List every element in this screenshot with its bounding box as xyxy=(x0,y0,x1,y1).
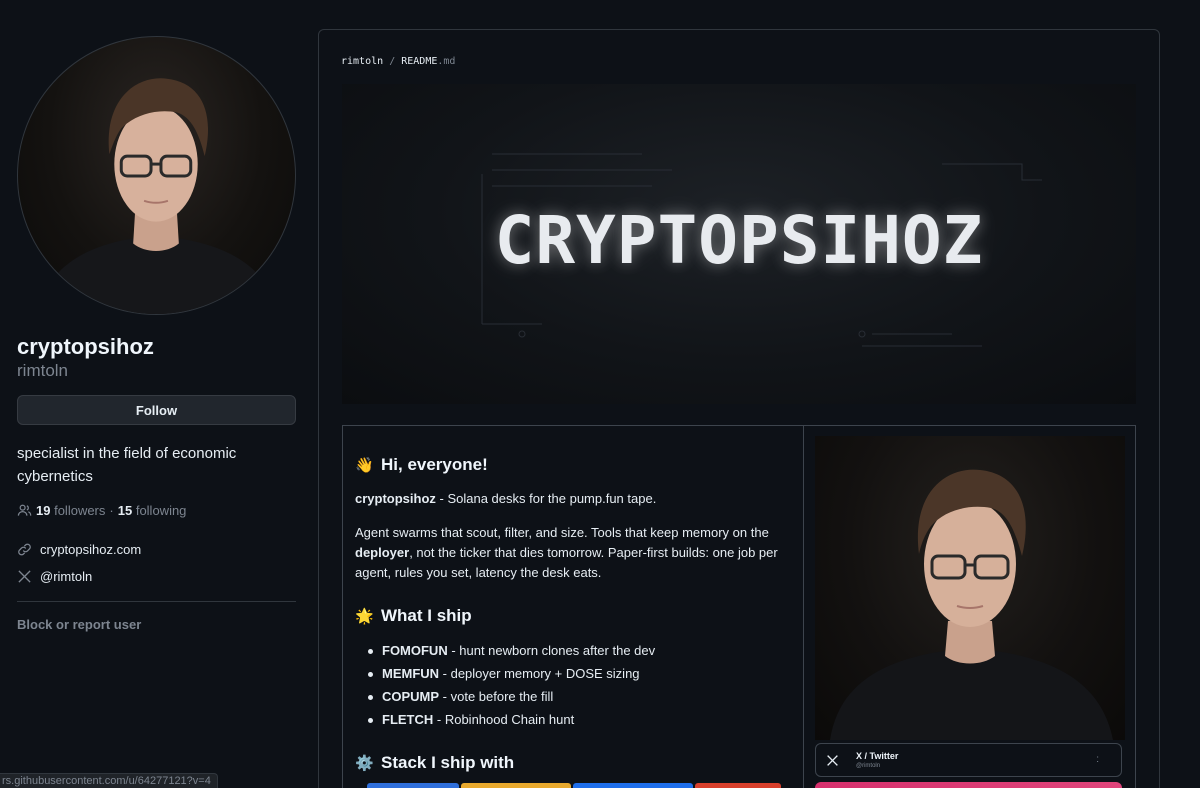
block-report-link[interactable]: Block or report user xyxy=(17,617,296,632)
stack-badge[interactable] xyxy=(695,783,781,788)
ship-heading: 🌟 What I ship xyxy=(355,606,472,625)
sidebar-divider xyxy=(17,601,296,602)
description-paragraph: Agent swarms that scout, filter, and siz… xyxy=(355,525,778,580)
follow-counts: 19 followers · 15 following xyxy=(17,503,296,518)
followers-link[interactable]: 19 followers xyxy=(36,503,105,518)
breadcrumb-separator: / xyxy=(389,56,396,67)
breadcrumb-ext: .md xyxy=(437,56,456,67)
website-text: cryptopsihoz.com xyxy=(40,542,142,557)
list-item: COPUMP - vote before the fill xyxy=(355,685,795,708)
x-logo-icon xyxy=(827,754,838,766)
greeting-heading: 👋 Hi, everyone! xyxy=(355,455,488,474)
twitter-handle: @rimtoln xyxy=(40,569,93,584)
profile-sidebar: cryptopsihoz rimtoln Follow specialist i… xyxy=(17,36,296,632)
readme-table: 👋 Hi, everyone! cryptopsihoz - Solana de… xyxy=(342,425,1136,788)
separator-dot: · xyxy=(109,503,114,518)
status-bar-url: rs.githubusercontent.com/u/64277121?v=4 xyxy=(0,773,218,788)
following-link[interactable]: 15 following xyxy=(118,503,187,518)
stack-badges xyxy=(367,783,781,788)
twitter-card-handle: @rimtoln xyxy=(856,763,881,769)
stack-badge[interactable] xyxy=(573,783,693,788)
sun-icon: 🌟 xyxy=(355,608,374,625)
list-item: FLETCH - Robinhood Chain hunt xyxy=(355,708,795,731)
stack-badge[interactable] xyxy=(461,783,571,788)
people-icon xyxy=(17,504,32,516)
breadcrumb: rimtoln / README.md xyxy=(341,56,455,67)
portrait-image xyxy=(830,469,1113,740)
table-column-divider xyxy=(803,426,804,788)
breadcrumb-user[interactable]: rimtoln xyxy=(341,56,383,67)
gear-icon: ⚙️ xyxy=(355,755,374,772)
website-link[interactable]: cryptopsihoz.com xyxy=(17,536,296,563)
social-badge-bar[interactable] xyxy=(815,782,1122,788)
profile-username: rimtoln xyxy=(17,361,69,380)
ship-list: FOMOFUN - hunt newborn clones after the … xyxy=(355,639,795,731)
list-item: FOMOFUN - hunt newborn clones after the … xyxy=(355,639,795,662)
portrait-image xyxy=(37,78,279,314)
list-item: MEMFUN - deployer memory + DOSE sizing xyxy=(355,662,795,685)
profile-display-name: cryptopsihoz xyxy=(17,334,154,359)
profile-bio: specialist in the field of economic cybe… xyxy=(17,445,237,485)
twitter-card-title: X / Twitter xyxy=(856,751,899,761)
readme-banner: CRYPTOPSIHOZ xyxy=(342,84,1136,404)
intro-paragraph: cryptopsihoz - Solana desks for the pump… xyxy=(355,491,657,506)
twitter-link[interactable]: @rimtoln xyxy=(17,563,296,590)
readme-panel: rimtoln / README.md CRYPTOPSIHOZ 👋 Hi, e… xyxy=(318,29,1160,788)
profile-avatar[interactable] xyxy=(17,36,296,315)
readme-photo xyxy=(815,436,1125,740)
stack-badge[interactable] xyxy=(367,783,459,788)
twitter-card[interactable]: X / Twitter @rimtoln : xyxy=(815,743,1122,777)
banner-title: CRYPTOPSIHOZ xyxy=(494,202,984,279)
more-options-icon[interactable]: : xyxy=(1096,754,1099,765)
follow-button[interactable]: Follow xyxy=(17,395,296,425)
x-logo-icon xyxy=(18,570,31,583)
stack-heading: ⚙️ Stack I ship with xyxy=(355,753,515,772)
readme-right-column: X / Twitter @rimtoln : xyxy=(815,436,1125,788)
wave-icon: 👋 xyxy=(355,457,374,474)
link-icon xyxy=(18,543,31,556)
breadcrumb-file[interactable]: README xyxy=(401,56,437,67)
